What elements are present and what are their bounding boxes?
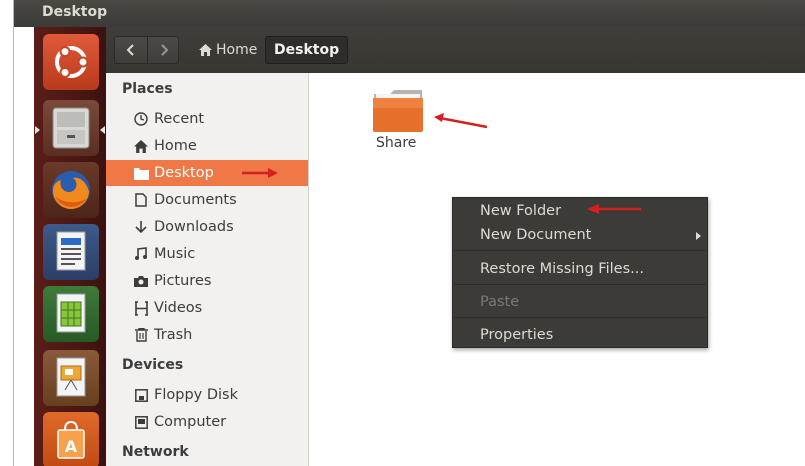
camera-icon bbox=[132, 273, 150, 289]
trash-icon bbox=[132, 327, 150, 343]
sidebar-item-videos[interactable]: Videos bbox=[106, 295, 308, 321]
places-heading: Places bbox=[122, 81, 173, 97]
firefox-launcher-button[interactable] bbox=[43, 162, 99, 218]
document-writer-icon bbox=[56, 231, 86, 271]
sidebar-item-label: Trash bbox=[154, 327, 193, 343]
menu-item-restore-missing-files[interactable]: Restore Missing Files... bbox=[453, 258, 707, 280]
menu-item-new-document[interactable]: New Document bbox=[453, 224, 707, 246]
menu-item-paste: Paste bbox=[480, 294, 520, 310]
sidebar-item-label: Music bbox=[154, 246, 196, 262]
sidebar-item-label: Home bbox=[154, 138, 197, 154]
menu-separator bbox=[454, 250, 706, 251]
sidebar-item-trash[interactable]: Trash bbox=[106, 322, 308, 348]
floppy-icon bbox=[132, 387, 150, 403]
sidebar-item-label: Recent bbox=[154, 111, 205, 127]
menu-item-label: New Document bbox=[480, 227, 592, 243]
sidebar-item-label: Desktop bbox=[154, 165, 214, 181]
breadcrumb-home[interactable]: Home bbox=[191, 36, 265, 64]
home-icon bbox=[199, 44, 212, 56]
svg-text:A: A bbox=[65, 437, 78, 456]
calc-launcher-button[interactable] bbox=[43, 286, 99, 342]
menu-separator bbox=[454, 317, 706, 318]
software-center-launcher-button[interactable]: A bbox=[43, 412, 99, 466]
toolbar: Home Desktop bbox=[106, 27, 805, 73]
breadcrumb-current[interactable]: Desktop bbox=[265, 36, 349, 64]
sidebar-item-downloads[interactable]: Downloads bbox=[106, 214, 308, 240]
computer-icon bbox=[132, 414, 150, 430]
file-cabinet-icon bbox=[52, 107, 90, 149]
submenu-arrow-icon bbox=[696, 232, 701, 240]
music-icon bbox=[132, 246, 150, 262]
film-icon bbox=[132, 300, 150, 316]
files-launcher-button[interactable] bbox=[43, 100, 99, 156]
sidebar-item-computer[interactable]: Computer bbox=[106, 409, 308, 435]
focus-indicator bbox=[100, 126, 105, 134]
spreadsheet-icon bbox=[56, 293, 86, 333]
page-margin bbox=[0, 0, 13, 466]
back-button[interactable] bbox=[115, 37, 147, 63]
sidebar-item-label: Pictures bbox=[154, 273, 212, 289]
folder-icon bbox=[132, 165, 150, 181]
sidebar: Places Recent Home Desktop Documents Dow… bbox=[106, 73, 309, 466]
context-menu: New Folder New Document Restore Missing … bbox=[452, 197, 708, 348]
menu-separator bbox=[454, 284, 706, 285]
menu-item-new-folder[interactable]: New Folder bbox=[453, 200, 707, 222]
forward-button[interactable] bbox=[148, 37, 180, 63]
document-icon bbox=[132, 192, 150, 208]
presentation-icon bbox=[56, 357, 86, 397]
unity-launcher: A bbox=[34, 27, 106, 466]
chevron-left-icon bbox=[126, 44, 134, 56]
clock-icon bbox=[132, 111, 150, 127]
share-folder-icon[interactable] bbox=[372, 88, 424, 132]
ubuntu-logo-icon bbox=[55, 46, 89, 78]
devices-heading: Devices bbox=[122, 357, 184, 373]
network-heading: Network bbox=[122, 444, 189, 460]
sidebar-item-label: Videos bbox=[154, 300, 203, 316]
writer-launcher-button[interactable] bbox=[43, 224, 99, 280]
sidebar-item-pictures[interactable]: Pictures bbox=[106, 268, 308, 294]
sidebar-item-home[interactable]: Home bbox=[106, 133, 308, 159]
running-indicator bbox=[35, 126, 40, 134]
sidebar-item-label: Computer bbox=[154, 414, 227, 430]
ubuntu-dash-button[interactable] bbox=[43, 34, 99, 90]
shopping-bag-icon: A bbox=[57, 420, 85, 459]
annotation-arrow-icon bbox=[434, 113, 488, 129]
annotation-arrow-icon bbox=[587, 204, 641, 214]
breadcrumb-home-label: Home bbox=[216, 42, 258, 58]
annotation-arrow-icon bbox=[242, 168, 278, 178]
window-title: Desktop bbox=[42, 4, 108, 20]
sidebar-item-label: Documents bbox=[154, 192, 237, 208]
sidebar-item-label: Downloads bbox=[154, 219, 234, 235]
chevron-right-icon bbox=[161, 44, 169, 56]
sidebar-item-recent[interactable]: Recent bbox=[106, 106, 308, 132]
download-icon bbox=[132, 219, 150, 235]
impress-launcher-button[interactable] bbox=[43, 350, 99, 406]
sidebar-item-documents[interactable]: Documents bbox=[106, 187, 308, 213]
title-bar[interactable]: Desktop bbox=[14, 0, 805, 27]
sidebar-item-label: Floppy Disk bbox=[154, 387, 238, 403]
folder-icon bbox=[373, 90, 423, 132]
sidebar-item-floppy-disk[interactable]: Floppy Disk bbox=[106, 382, 308, 408]
home-icon bbox=[132, 138, 150, 154]
firefox-icon bbox=[52, 171, 90, 210]
menu-item-properties[interactable]: Properties bbox=[453, 324, 707, 346]
share-folder-label[interactable]: Share bbox=[376, 135, 416, 151]
sidebar-item-music[interactable]: Music bbox=[106, 241, 308, 267]
navigation-buttons bbox=[114, 36, 179, 64]
